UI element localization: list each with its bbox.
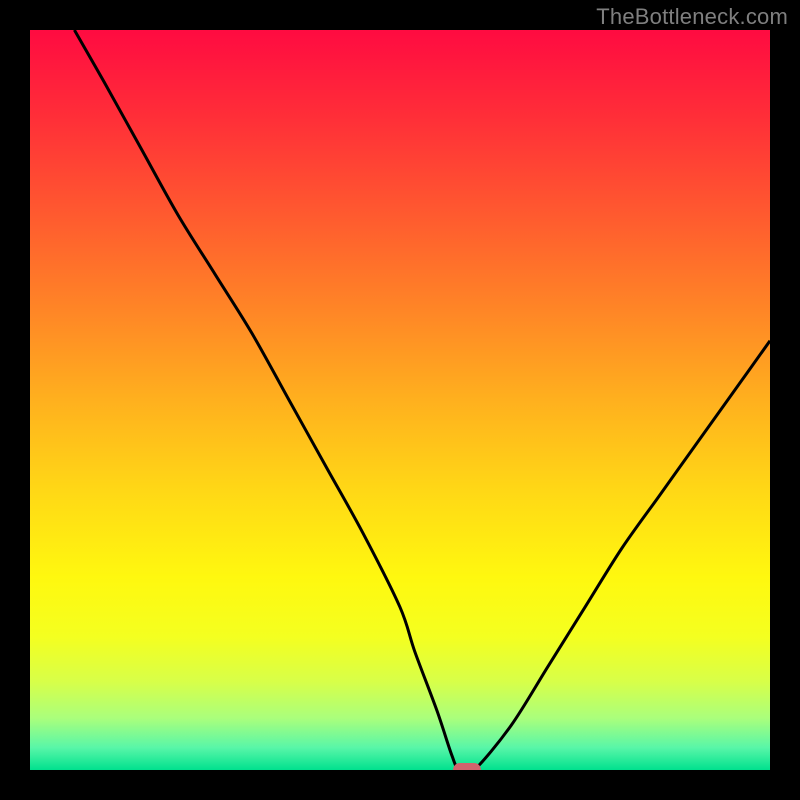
chart-frame: TheBottleneck.com [0,0,800,800]
bottleneck-curve [30,30,770,770]
watermark-text: TheBottleneck.com [596,4,788,30]
bottleneck-minimum-marker [453,763,481,770]
plot-area [30,30,770,770]
